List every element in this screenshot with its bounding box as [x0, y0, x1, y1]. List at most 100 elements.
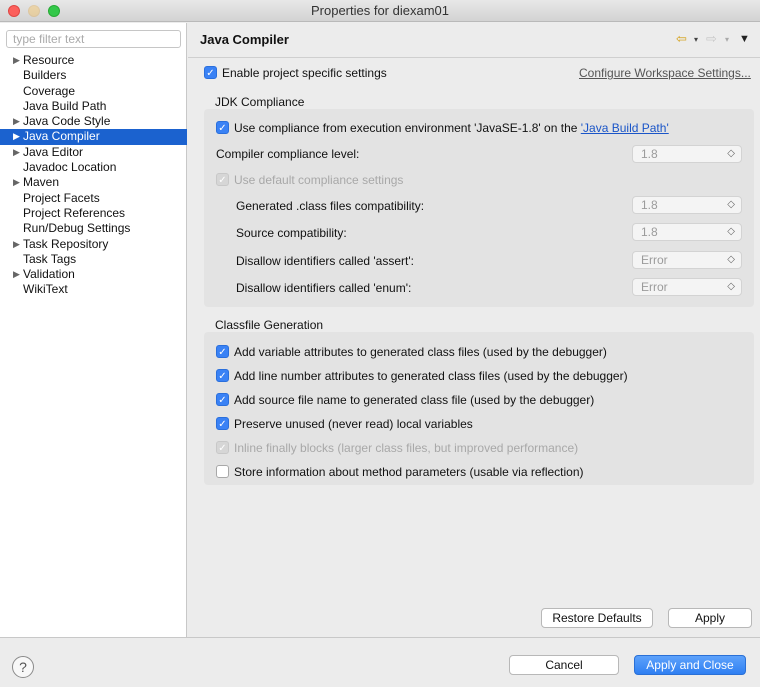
minimize-window-button[interactable]: [28, 5, 40, 17]
tree-item-validation[interactable]: ▶ Validation: [0, 267, 187, 282]
property-tree: ▶ Resource Builders Coverage Java Build P…: [0, 53, 187, 298]
disallow-enum-select[interactable]: Error ◇: [632, 278, 742, 296]
zoom-window-button[interactable]: [48, 5, 60, 17]
source-file-checkbox[interactable]: ✓: [216, 393, 229, 406]
source-compat-value: 1.8: [641, 225, 658, 239]
jdk-compliance-heading: JDK Compliance: [215, 95, 305, 109]
compliance-level-value: 1.8: [641, 147, 658, 161]
configure-workspace-link[interactable]: Configure Workspace Settings...: [579, 66, 751, 80]
tree-item-java-code-style[interactable]: ▶ Java Code Style: [0, 114, 187, 129]
tree-item-label: Task Tags: [23, 251, 77, 266]
tree-item-label: Java Editor: [23, 144, 84, 159]
tree-item-resource[interactable]: ▶ Resource: [0, 53, 187, 68]
classfile-group: ✓ Add variable attributes to generated c…: [204, 332, 754, 485]
tree-item-label: Project References: [23, 205, 126, 220]
tree-item-javadoc-location[interactable]: Javadoc Location: [0, 160, 187, 175]
tree-item-label: Builders: [23, 68, 67, 83]
inline-finally-label: Inline finally blocks (larger class file…: [234, 441, 579, 455]
tree-item-maven[interactable]: ▶ Maven: [0, 175, 187, 190]
classfile-heading: Classfile Generation: [215, 318, 324, 332]
tree-item-task-tags[interactable]: Task Tags: [0, 252, 187, 267]
main-panel: Java Compiler ⇦ ▾ ⇨ ▾ ▼ ✓ Enable project…: [188, 23, 760, 637]
tree-item-label: Task Repository: [23, 236, 109, 251]
source-compat-label: Source compatibility:: [236, 226, 347, 240]
tree-item-builders[interactable]: Builders: [0, 68, 187, 83]
updown-chevron-icon: ◇: [727, 199, 735, 210]
source-file-label: Add source file name to generated class …: [234, 393, 595, 407]
java-build-path-link[interactable]: 'Java Build Path': [581, 121, 669, 135]
close-window-button[interactable]: [8, 5, 20, 17]
disallow-assert-value: Error: [641, 253, 668, 267]
window-title: Properties for diexam01: [310, 3, 449, 18]
use-default-compliance-checkbox[interactable]: ✓: [216, 173, 229, 186]
disallow-assert-select[interactable]: Error ◇: [632, 251, 742, 269]
generated-compat-select[interactable]: 1.8 ◇: [632, 196, 742, 214]
cancel-button[interactable]: Cancel: [509, 655, 619, 675]
inline-finally-checkbox[interactable]: ✓: [216, 441, 229, 454]
sidebar: ▶Resource Builders Coverage Java Build P…: [0, 23, 187, 637]
view-menu-icon[interactable]: ▼: [739, 33, 750, 45]
updown-chevron-icon: ◇: [727, 226, 735, 237]
forward-menu-chevron-icon[interactable]: ▾: [725, 35, 729, 44]
page-title: Java Compiler: [200, 32, 289, 47]
tree-item-task-repository[interactable]: ▶ Task Repository: [0, 237, 187, 252]
tree-item-label: WikiText: [23, 282, 68, 297]
header-divider: [188, 57, 760, 58]
apply-button[interactable]: Apply: [668, 608, 752, 628]
generated-compat-value: 1.8: [641, 198, 658, 212]
apply-and-close-button[interactable]: Apply and Close: [634, 655, 746, 675]
updown-chevron-icon: ◇: [727, 281, 735, 292]
expand-arrow-icon[interactable]: ▶: [13, 175, 20, 190]
tree-item-java-compiler[interactable]: ▶ Java Compiler: [0, 129, 187, 145]
method-params-checkbox[interactable]: [216, 465, 229, 478]
compliance-level-select[interactable]: 1.8 ◇: [632, 145, 742, 163]
tree-item-coverage[interactable]: Coverage: [0, 84, 187, 99]
expand-arrow-icon[interactable]: ▶: [13, 114, 20, 129]
expand-arrow-icon[interactable]: ▶: [13, 237, 20, 252]
tree-item-wikitext[interactable]: WikiText: [0, 282, 187, 297]
expand-arrow-icon[interactable]: ▶: [13, 53, 20, 68]
enable-specific-checkbox[interactable]: ✓: [204, 66, 217, 79]
disallow-enum-label: Disallow identifiers called 'enum':: [236, 281, 412, 295]
line-number-label: Add line number attributes to generated …: [234, 369, 628, 383]
tree-item-run-debug-settings[interactable]: Run/Debug Settings: [0, 221, 187, 236]
tree-item-project-references[interactable]: Project References: [0, 206, 187, 221]
tree-item-java-editor[interactable]: ▶ Java Editor: [0, 145, 187, 160]
method-params-label: Store information about method parameter…: [234, 465, 584, 479]
back-arrow-icon[interactable]: ⇦: [676, 31, 687, 47]
tree-item-label: Java Compiler: [23, 129, 100, 144]
tree-item-label: Run/Debug Settings: [23, 221, 131, 236]
tree-item-project-facets[interactable]: Project Facets: [0, 191, 187, 206]
source-compat-select[interactable]: 1.8 ◇: [632, 223, 742, 241]
tree-item-label: Coverage: [23, 83, 76, 98]
expand-arrow-icon[interactable]: ▶: [13, 129, 20, 144]
enable-specific-label: Enable project specific settings: [222, 66, 387, 80]
forward-arrow-icon[interactable]: ⇨: [706, 31, 717, 47]
generated-compat-label: Generated .class files compatibility:: [236, 199, 425, 213]
tree-item-label: Javadoc Location: [23, 160, 117, 175]
tree-item-label: Validation: [23, 267, 75, 282]
disallow-assert-label: Disallow identifiers called 'assert':: [236, 254, 414, 268]
use-compliance-text: Use compliance from execution environmen…: [234, 121, 581, 135]
filter-input[interactable]: [6, 30, 181, 48]
expand-arrow-icon[interactable]: ▶: [13, 145, 20, 160]
compliance-level-label: Compiler compliance level:: [216, 147, 360, 161]
preserve-unused-checkbox[interactable]: ✓: [216, 417, 229, 430]
preserve-unused-label: Preserve unused (never read) local varia…: [234, 417, 473, 431]
disallow-enum-value: Error: [641, 280, 668, 294]
window-titlebar: Properties for diexam01: [0, 0, 760, 22]
var-attrs-checkbox[interactable]: ✓: [216, 345, 229, 358]
tree-item-label: Resource: [23, 53, 75, 67]
dialog-footer: ? Cancel Apply and Close: [0, 637, 760, 687]
help-icon[interactable]: ?: [12, 656, 34, 678]
line-number-checkbox[interactable]: ✓: [216, 369, 229, 382]
tree-item-java-build-path[interactable]: Java Build Path: [0, 99, 187, 114]
tree-item-label: Maven: [23, 175, 60, 190]
var-attrs-label: Add variable attributes to generated cla…: [234, 345, 607, 359]
use-compliance-checkbox[interactable]: ✓: [216, 121, 229, 134]
back-menu-chevron-icon[interactable]: ▾: [694, 35, 698, 44]
expand-arrow-icon[interactable]: ▶: [13, 267, 20, 282]
restore-defaults-button[interactable]: Restore Defaults: [541, 608, 653, 628]
updown-chevron-icon: ◇: [727, 254, 735, 265]
tree-item-label: Java Code Style: [23, 114, 111, 129]
